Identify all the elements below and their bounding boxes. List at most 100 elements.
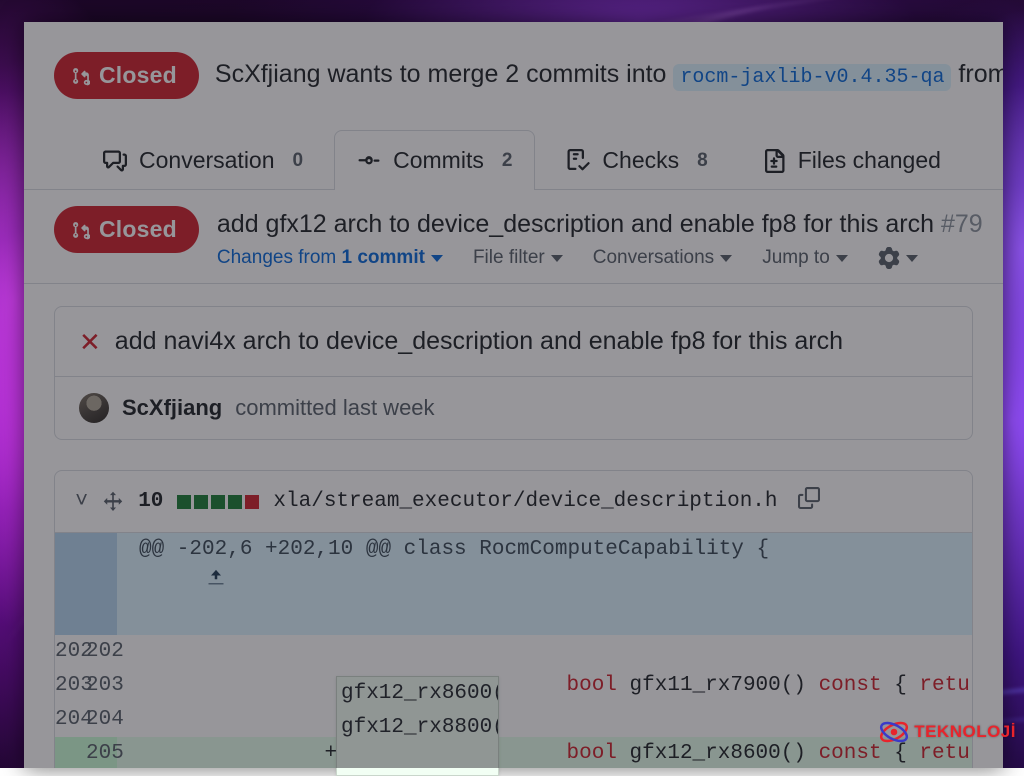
pr-merge-sentence: ScXfjiang wants to merge 2 commits into … xyxy=(215,60,1003,91)
tab-commits[interactable]: Commits 2 xyxy=(334,130,535,190)
commit-author-name[interactable]: ScXfjiang xyxy=(122,395,222,421)
git-commit-icon xyxy=(357,149,381,173)
diff-line-code: bool gfx12_rx8600() const { return gfx_v… xyxy=(545,737,973,768)
highlight-line-1: gfx12_rx8600() xyxy=(341,677,498,711)
code-token: bool xyxy=(567,742,617,765)
pr-state-label: Closed xyxy=(99,62,177,89)
code-token: return xyxy=(919,742,972,765)
pr-number: #79 xyxy=(941,210,983,238)
diffstat-square-add xyxy=(177,495,191,509)
diff-line-row: 203203 bool gfx11_rx7900() const { return… xyxy=(55,669,972,703)
file-diff-icon xyxy=(762,149,786,173)
diffstat-square-add xyxy=(194,495,208,509)
diff-hunk-header-text: @@ -202,6 +202,10 @@ class RocmComputeCa… xyxy=(117,533,972,635)
comment-discussion-icon xyxy=(103,149,127,173)
x-icon: ✕ xyxy=(79,329,101,355)
commit-timestamp: committed last week xyxy=(235,395,434,421)
diff-line-number-new: 202 xyxy=(86,635,117,669)
tab-checks-label: Checks xyxy=(602,147,679,174)
diff-line-number-old xyxy=(55,737,86,768)
conversations-label: Conversations xyxy=(593,247,714,269)
code-token: const xyxy=(819,674,882,697)
pull-request-closed-icon xyxy=(72,219,90,241)
tab-conversation[interactable]: Conversation 0 xyxy=(80,130,326,190)
diff-hunk-header-row: @@ -202,6 +202,10 @@ class RocmComputeCa… xyxy=(55,533,972,635)
pr-title-main: add gfx12 arch to device_description and… xyxy=(217,206,983,269)
chevron-down-icon xyxy=(551,255,563,262)
pull-request-closed-icon xyxy=(72,65,90,87)
changes-from-commit-dropdown[interactable]: Changes from 1 commit xyxy=(217,247,443,269)
code-token: { xyxy=(882,674,920,697)
pr-state-badge-closed-secondary: Closed xyxy=(54,206,199,253)
code-token: gfx11_rx7900 xyxy=(630,674,781,697)
tab-conversation-count: 0 xyxy=(287,150,304,172)
commit-message: add navi4x arch to device_description an… xyxy=(115,327,843,356)
pr-header: Closed ScXfjiang wants to merge 2 commit… xyxy=(24,22,1003,129)
chevron-down-icon xyxy=(720,255,732,262)
avatar xyxy=(79,393,109,423)
code-token xyxy=(617,742,630,765)
github-pull-request-page: Closed ScXfjiang wants to merge 2 commit… xyxy=(24,22,1003,768)
diff-line-code xyxy=(545,635,973,669)
diff-line-code: bool gfx11_rx7900() const { return gfx_v… xyxy=(545,669,973,703)
tab-files-changed-label: Files changed xyxy=(798,147,941,174)
jump-to-label: Jump to xyxy=(762,247,830,269)
tab-checks[interactable]: Checks 8 xyxy=(543,130,730,190)
diff-line-code xyxy=(545,703,973,737)
changes-from-prefix: Changes from xyxy=(217,247,336,269)
file-filter-dropdown[interactable]: File filter xyxy=(473,247,563,269)
copy-path-icon[interactable] xyxy=(798,487,820,516)
base-branch-chip[interactable]: rocm-jaxlib-v0.4.35-qa xyxy=(673,64,951,91)
pr-title-block: Closed add gfx12 arch to device_descript… xyxy=(24,190,1003,284)
commit-author-row: ScXfjiang committed last week xyxy=(55,377,972,439)
code-token: { xyxy=(882,742,920,765)
diffstat-square-del xyxy=(245,495,259,509)
gear-icon xyxy=(878,247,900,269)
conversations-dropdown[interactable]: Conversations xyxy=(593,247,732,269)
code-token: () xyxy=(781,674,819,697)
diff-line-number-old: 203 xyxy=(55,669,86,703)
diffstat-square-add xyxy=(228,495,242,509)
diff-line-row: 205+bool gfx12_rx8600() const { return g… xyxy=(55,737,972,768)
pr-title-text: add gfx12 arch to device_description and… xyxy=(217,210,934,238)
chevron-down-icon xyxy=(906,255,918,262)
tab-commits-count: 2 xyxy=(496,150,513,172)
diff-line-row: 204204 xyxy=(55,703,972,737)
file-diff-block: ˅ 10 xla/stream_executor/device_descript… xyxy=(54,470,973,768)
commit-card: ✕ add navi4x arch to device_description … xyxy=(54,306,973,440)
code-token: () xyxy=(781,742,819,765)
file-change-count: 10 xyxy=(138,490,163,513)
commit-message-row[interactable]: ✕ add navi4x arch to device_description … xyxy=(55,307,972,377)
pr-state-label-secondary: Closed xyxy=(99,216,177,243)
from-label: from xyxy=(958,60,1003,88)
tab-files-changed[interactable]: Files changed xyxy=(739,130,982,190)
diff-line-number-old: 204 xyxy=(55,703,86,737)
code-token: const xyxy=(819,742,882,765)
tab-checks-count: 8 xyxy=(691,150,708,172)
expand-up-icon xyxy=(206,568,226,588)
diff-table: @@ -202,6 +202,10 @@ class RocmComputeCa… xyxy=(55,533,972,768)
move-diff-icon[interactable] xyxy=(102,491,124,513)
diff-line-number-new: 205 xyxy=(86,737,117,768)
diff-settings-dropdown[interactable] xyxy=(878,247,918,269)
jump-to-dropdown[interactable]: Jump to xyxy=(762,247,848,269)
chevron-down-icon[interactable]: ˅ xyxy=(75,491,88,513)
diff-line-number-new: 204 xyxy=(86,703,117,737)
tab-commits-label: Commits xyxy=(393,147,484,174)
diff-line-number-new: 203 xyxy=(86,669,117,703)
code-token: return xyxy=(919,674,972,697)
file-diff-header: ˅ 10 xla/stream_executor/device_descript… xyxy=(55,471,972,533)
changes-from-count: 1 commit xyxy=(342,247,425,269)
copy-icon-glyph xyxy=(798,487,820,509)
checklist-icon xyxy=(566,149,590,173)
code-token: gfx12_rx8600 xyxy=(630,742,781,765)
code-selection-highlight[interactable]: gfx12_rx8600() gfx12_rx8800() xyxy=(336,676,499,776)
diff-body: @@ -202,6 +202,10 @@ class RocmComputeCa… xyxy=(55,533,972,768)
tab-conversation-label: Conversation xyxy=(139,147,275,174)
code-token xyxy=(617,674,630,697)
diff-line-sign xyxy=(117,635,545,669)
file-path[interactable]: xla/stream_executor/device_description.h xyxy=(273,490,777,513)
page-title: add gfx12 arch to device_description and… xyxy=(217,210,983,239)
expand-up-button[interactable] xyxy=(55,533,117,635)
chevron-down-icon xyxy=(431,255,443,262)
